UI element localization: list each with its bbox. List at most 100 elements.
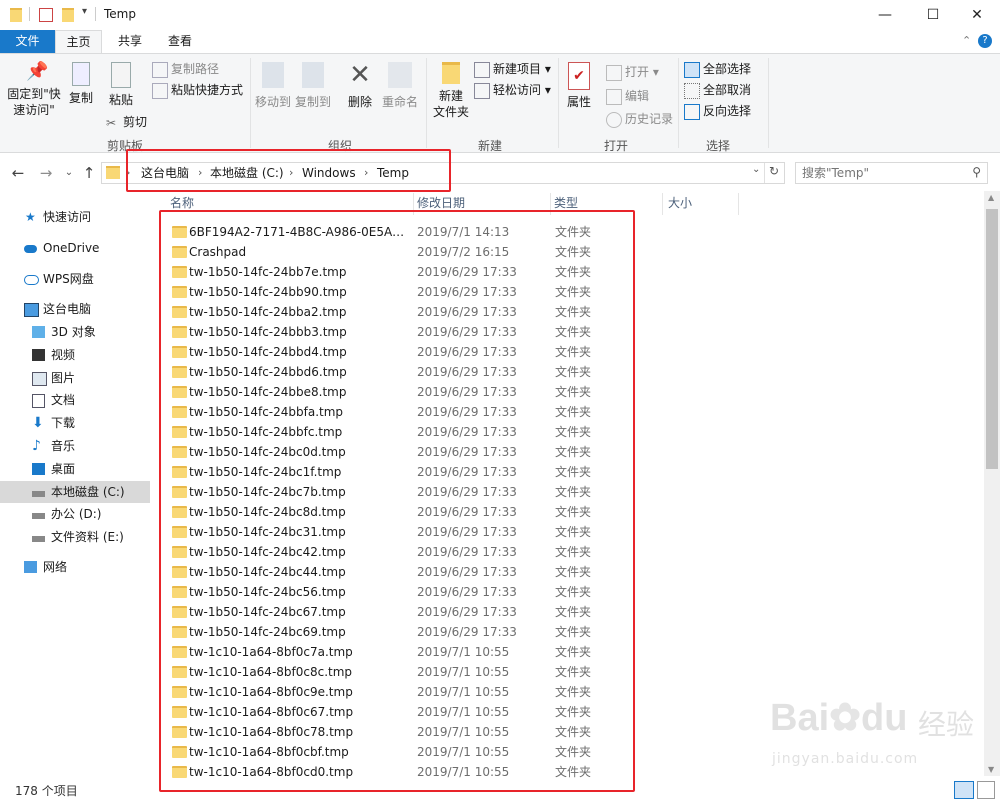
rename-label: 重命名	[381, 95, 418, 109]
group-divider	[678, 58, 679, 148]
maximize-button[interactable]: ☐	[910, 0, 956, 30]
details-view-icon[interactable]	[954, 781, 974, 799]
delete-button[interactable]: ✕ 删除	[344, 62, 376, 110]
new-folder-icon	[442, 62, 460, 84]
folder-icon	[10, 8, 22, 22]
group-divider	[768, 58, 769, 148]
cut-label: 剪切	[123, 115, 148, 129]
new-folder-label: 新建 文件夹	[432, 89, 469, 119]
sidebar-item-drive-e[interactable]: 文件资料 (E:)	[0, 526, 150, 548]
sidebar-item-onedrive[interactable]: OneDrive	[0, 237, 150, 259]
paste-button[interactable]: 粘贴	[104, 62, 138, 108]
customize-toolbar-chevron-icon[interactable]: ▾	[82, 6, 87, 17]
edit-button[interactable]: 编辑	[606, 87, 649, 105]
new-group-label: 新建	[477, 139, 502, 153]
invert-selection-button[interactable]: 反向选择	[684, 102, 751, 120]
address-dropdown-chevron-icon[interactable]: ⌄	[752, 164, 760, 175]
watermark-brand: Bai✿du	[770, 695, 907, 740]
scrollbar-thumb[interactable]	[986, 209, 998, 469]
forward-arrow-icon[interactable]: →	[36, 157, 56, 189]
search-box[interactable]: ⚲	[795, 162, 988, 184]
tab-home[interactable]: 主页	[55, 30, 102, 53]
refresh-icon[interactable]: ↻	[769, 164, 779, 178]
sidebar-item-label: OneDrive	[43, 241, 100, 255]
new-item-button[interactable]: 新建项目 ▾	[474, 60, 551, 78]
large-icons-view-icon[interactable]	[977, 781, 995, 799]
back-arrow-icon[interactable]: ←	[8, 157, 28, 189]
column-header-size[interactable]: 大小	[668, 193, 692, 215]
copy-to-button[interactable]: 复制到	[294, 62, 332, 110]
scroll-up-icon[interactable]: ▲	[988, 193, 994, 202]
sidebar-item-this-pc[interactable]: 这台电脑	[0, 298, 150, 320]
tab-share[interactable]: 共享	[108, 30, 152, 53]
copy-button[interactable]: 复制	[66, 62, 96, 106]
sidebar-item-drive-d[interactable]: 办公 (D:)	[0, 503, 150, 525]
open-button[interactable]: 打开 ▾	[606, 63, 659, 81]
vertical-scrollbar[interactable]: ▲ ▼	[984, 191, 1000, 776]
easy-access-button[interactable]: 轻松访问 ▾	[474, 81, 551, 99]
watermark-cn: 经验	[918, 708, 975, 741]
history-button[interactable]: 历史记录	[606, 110, 673, 128]
tab-file[interactable]: 文件	[0, 30, 55, 53]
navigation-pane: ★ 快速访问 OneDrive WPS网盘 这台电脑 3D 对象 视频 图片 文…	[0, 190, 160, 775]
recent-locations-chevron-icon[interactable]: ⌄	[62, 157, 76, 189]
select-none-icon	[684, 82, 700, 99]
properties-button[interactable]: ✔ 属性	[564, 62, 594, 110]
column-divider[interactable]	[662, 193, 663, 215]
sidebar-item-label: 下载	[51, 416, 76, 430]
pin-quick-access-button[interactable]: 📌 固定到"快 速访问"	[6, 62, 62, 118]
cut-button[interactable]: ✂ 剪切	[106, 113, 147, 131]
search-icon[interactable]: ⚲	[972, 165, 981, 179]
column-divider[interactable]	[738, 193, 739, 215]
close-button[interactable]: ✕	[954, 0, 1000, 30]
paste-label: 粘贴	[108, 93, 133, 107]
select-all-button[interactable]: 全部选择	[684, 60, 751, 78]
select-all-label: 全部选择	[703, 62, 752, 76]
divider	[29, 7, 30, 21]
properties-check-icon[interactable]	[39, 8, 53, 22]
sidebar-item-network[interactable]: 网络	[0, 556, 150, 578]
sidebar-item-pictures[interactable]: 图片	[0, 367, 150, 389]
sidebar-item-label: 快速访问	[43, 210, 92, 224]
collapse-ribbon-chevron-icon[interactable]: ⌃	[962, 34, 971, 47]
sidebar-item-desktop[interactable]: 桌面	[0, 458, 150, 480]
tab-view[interactable]: 查看	[158, 30, 202, 53]
sidebar-item-documents[interactable]: 文档	[0, 389, 150, 411]
open-group-label: 打开	[603, 139, 628, 153]
sidebar-item-label: 音乐	[51, 439, 76, 453]
help-icon[interactable]: ?	[978, 34, 992, 48]
sidebar-item-videos[interactable]: 视频	[0, 344, 150, 366]
sidebar-item-local-disk-c[interactable]: 本地磁盘 (C:)	[0, 481, 150, 503]
search-input[interactable]	[802, 164, 962, 182]
window-title: Temp	[104, 7, 136, 21]
baidu-jingyan-watermark: Bai✿du 经验 jingyan.baidu.com	[770, 695, 990, 775]
new-folder-icon[interactable]	[62, 8, 74, 22]
rename-icon	[388, 62, 412, 88]
up-arrow-icon[interactable]: ↑	[80, 157, 98, 189]
new-folder-button[interactable]: 新建 文件夹	[430, 62, 472, 120]
cube-icon	[32, 326, 45, 338]
sidebar-item-label: 桌面	[51, 462, 76, 476]
copy-icon	[72, 62, 90, 86]
move-to-button[interactable]: 移动到	[254, 62, 292, 110]
sidebar-item-quick-access[interactable]: ★ 快速访问	[0, 206, 150, 228]
select-none-button[interactable]: 全部取消	[684, 81, 751, 99]
sidebar-item-music[interactable]: ♪ 音乐	[0, 435, 150, 457]
minimize-button[interactable]: —	[862, 0, 908, 30]
paste-shortcut-button[interactable]: 粘贴快捷方式	[152, 81, 243, 99]
invert-selection-icon	[684, 103, 700, 120]
sidebar-item-label: 本地磁盘 (C:)	[51, 485, 125, 499]
delete-x-icon: ✕	[349, 60, 371, 90]
paste-shortcut-label: 粘贴快捷方式	[171, 83, 244, 97]
paste-shortcut-icon	[152, 82, 168, 99]
history-label: 历史记录	[625, 112, 674, 126]
status-bar: 178 个项目	[0, 778, 1000, 802]
copy-path-button[interactable]: 复制路径	[152, 60, 219, 78]
sidebar-item-label: 图片	[51, 371, 76, 385]
watermark-brand-text-2: du	[860, 697, 908, 739]
copy-to-label: 复制到	[294, 95, 331, 109]
sidebar-item-wps-drive[interactable]: WPS网盘	[0, 268, 150, 290]
sidebar-item-downloads[interactable]: ⬇ 下载	[0, 412, 150, 434]
sidebar-item-3d-objects[interactable]: 3D 对象	[0, 321, 150, 343]
rename-button[interactable]: 重命名	[380, 62, 420, 110]
